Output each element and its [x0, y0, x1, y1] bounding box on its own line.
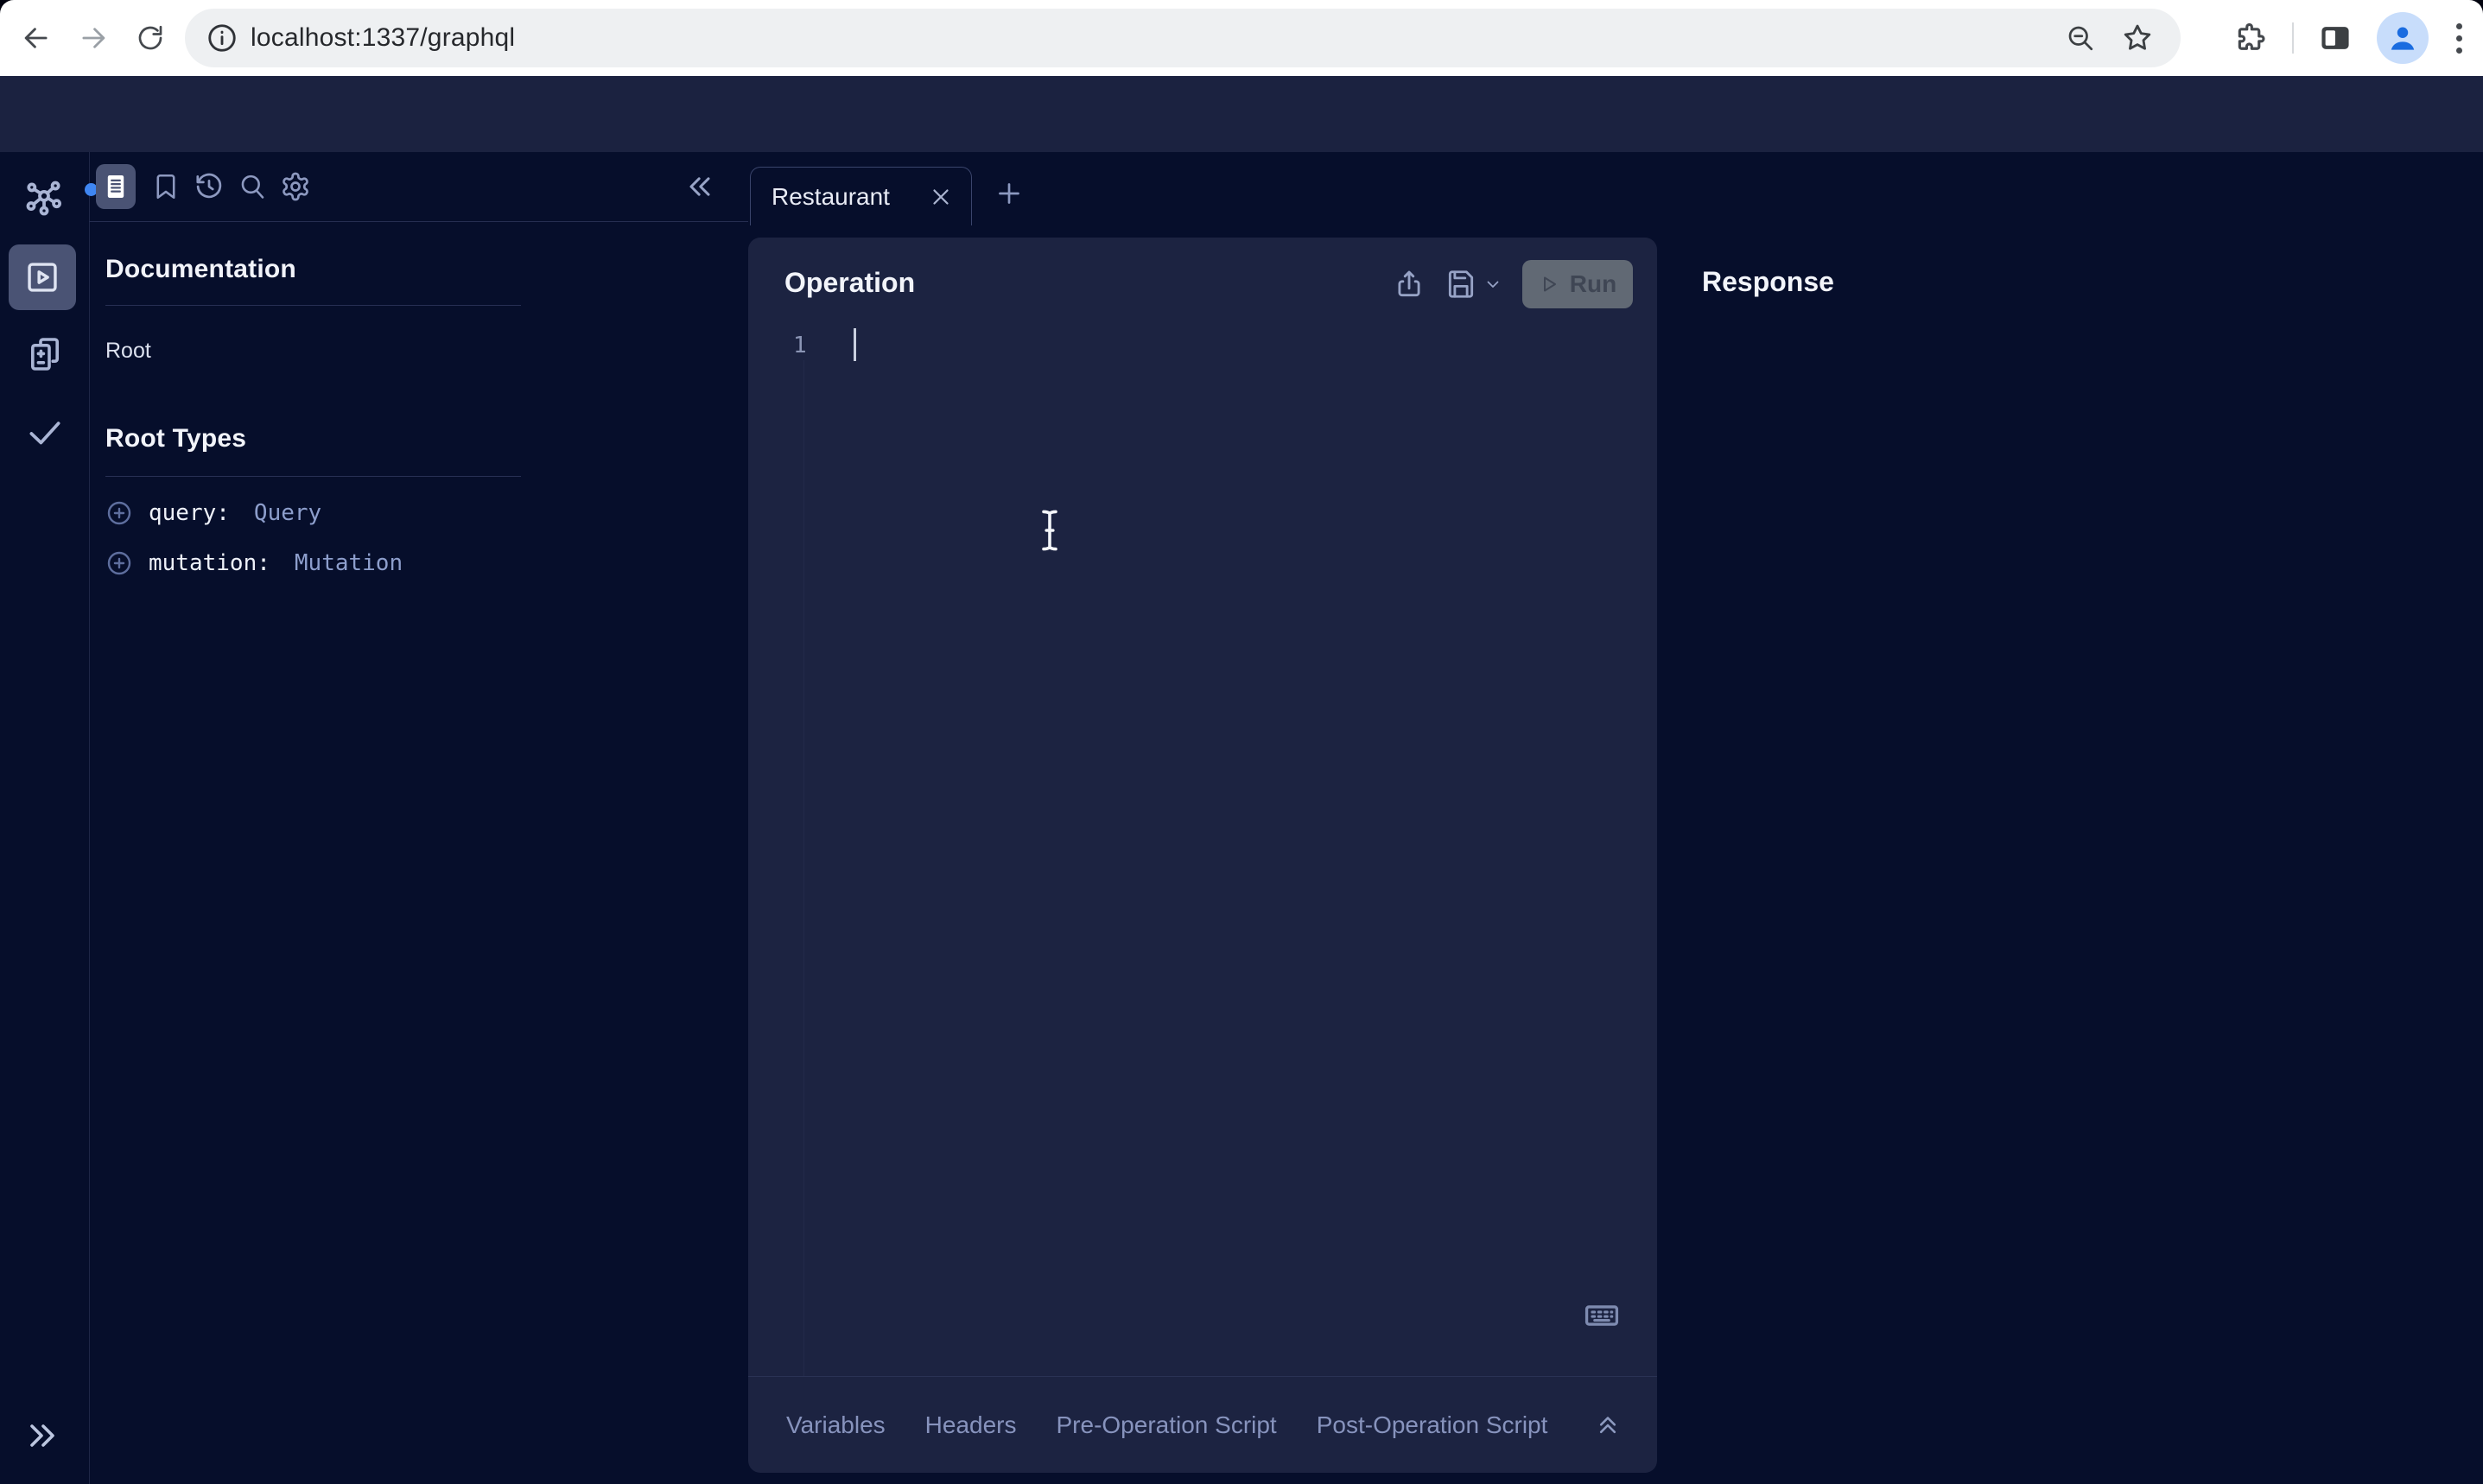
url-text: localhost:1337/graphql	[251, 23, 515, 53]
doc-root-link[interactable]: Root	[105, 339, 151, 364]
checkmark-icon	[23, 411, 67, 454]
add-tab-button[interactable]	[992, 176, 1026, 211]
explorer-play-icon	[22, 257, 62, 297]
reload-icon	[135, 22, 166, 54]
browser-menu-kebab-icon[interactable]	[2451, 18, 2467, 59]
double-chevron-up-icon	[1593, 1411, 1623, 1440]
double-chevron-right-icon	[21, 1415, 62, 1456]
search-icon	[238, 172, 267, 201]
play-icon	[1539, 274, 1559, 295]
close-tab-icon[interactable]	[928, 184, 954, 210]
operation-editor-panel: Operation Run 1 Variables	[748, 238, 1657, 1473]
sidebar-item-explorer[interactable]	[9, 244, 76, 310]
field-name[interactable]: mutation:	[149, 550, 270, 576]
operation-tab-restaurant[interactable]: Restaurant	[750, 167, 972, 225]
side-panel-icon[interactable]	[2316, 19, 2354, 57]
document-list-icon	[101, 172, 130, 201]
tab-explorer-settings[interactable]	[274, 164, 317, 209]
history-clock-icon	[194, 171, 225, 202]
tab-label: Restaurant	[772, 183, 928, 211]
browser-back-button[interactable]	[12, 14, 60, 62]
field-type-link[interactable]: Mutation	[295, 550, 403, 576]
sidebar-item-checks[interactable]	[23, 411, 67, 454]
add-field-plus-icon[interactable]	[105, 549, 133, 577]
person-icon	[2384, 19, 2422, 57]
run-label: Run	[1570, 270, 1616, 298]
bookmark-star-icon[interactable]	[2110, 9, 2165, 67]
toolbar-divider	[2292, 22, 2294, 54]
documentation-title: Documentation	[105, 255, 732, 284]
tab-variables[interactable]: Variables	[786, 1411, 886, 1439]
tab-history[interactable]	[187, 164, 231, 209]
site-info-icon[interactable]	[206, 22, 238, 54]
browser-chrome: localhost:1337/graphql	[0, 0, 2483, 76]
extensions-icon[interactable]	[2233, 20, 2270, 56]
apollo-toolbar: A SANDBOX http://localhost:1337/gra… Pub…	[0, 76, 2483, 152]
field-type-link[interactable]: Query	[254, 500, 321, 526]
add-field-plus-icon[interactable]	[105, 499, 133, 527]
root-types-title: Root Types	[105, 424, 732, 453]
tab-saved-operations[interactable]	[144, 164, 187, 209]
divider	[105, 476, 521, 477]
documentation-panel: Documentation Root Root Types query: Que…	[89, 152, 748, 1484]
chevron-down-icon	[1483, 274, 1503, 295]
gear-icon	[280, 171, 311, 202]
expand-rail-button[interactable]	[21, 1415, 62, 1456]
response-panel-title: Response	[1702, 266, 1834, 298]
documentation-toolbar	[89, 152, 748, 222]
root-type-row-query: query: Query	[105, 499, 732, 527]
field-name[interactable]: query:	[149, 500, 230, 526]
browser-profile-avatar[interactable]	[2377, 12, 2429, 64]
share-operation-icon[interactable]	[1393, 268, 1426, 301]
expand-footer-button[interactable]	[1593, 1411, 1623, 1440]
tab-pre-operation-script[interactable]: Pre-Operation Script	[1057, 1411, 1277, 1439]
operation-panel-title: Operation	[784, 267, 915, 299]
left-icon-rail	[0, 152, 90, 1484]
operation-footer-tabs: Variables Headers Pre-Operation Script P…	[748, 1376, 1657, 1473]
bookmark-icon	[151, 172, 181, 201]
schema-graph-icon[interactable]	[22, 176, 66, 219]
back-arrow-icon	[20, 22, 53, 54]
tab-post-operation-script[interactable]: Post-Operation Script	[1317, 1411, 1548, 1439]
mouse-text-cursor	[1037, 508, 1063, 553]
operation-editor-area[interactable]	[784, 324, 1631, 1369]
tab-search-schema[interactable]	[231, 164, 274, 209]
double-chevron-left-icon	[683, 169, 717, 204]
root-type-row-mutation: mutation: Mutation	[105, 549, 732, 577]
sidebar-item-changelog[interactable]	[24, 333, 66, 375]
address-bar[interactable]: localhost:1337/graphql	[185, 9, 2181, 67]
keyboard-shortcuts-icon[interactable]	[1583, 1297, 1621, 1335]
run-button[interactable]: Run	[1522, 260, 1633, 308]
changelog-docs-icon	[24, 333, 66, 375]
tab-headers[interactable]: Headers	[925, 1411, 1017, 1439]
divider	[105, 305, 521, 306]
browser-forward-button[interactable]	[69, 14, 117, 62]
plus-icon	[994, 178, 1025, 209]
forward-arrow-icon	[77, 22, 110, 54]
save-operation-group[interactable]	[1445, 268, 1503, 301]
browser-reload-button[interactable]	[126, 14, 175, 62]
collapse-panel-button[interactable]	[683, 169, 717, 204]
zoom-out-indicator-icon[interactable]	[2053, 9, 2108, 67]
save-floppy-icon	[1445, 268, 1477, 301]
tab-documentation[interactable]	[96, 164, 136, 209]
